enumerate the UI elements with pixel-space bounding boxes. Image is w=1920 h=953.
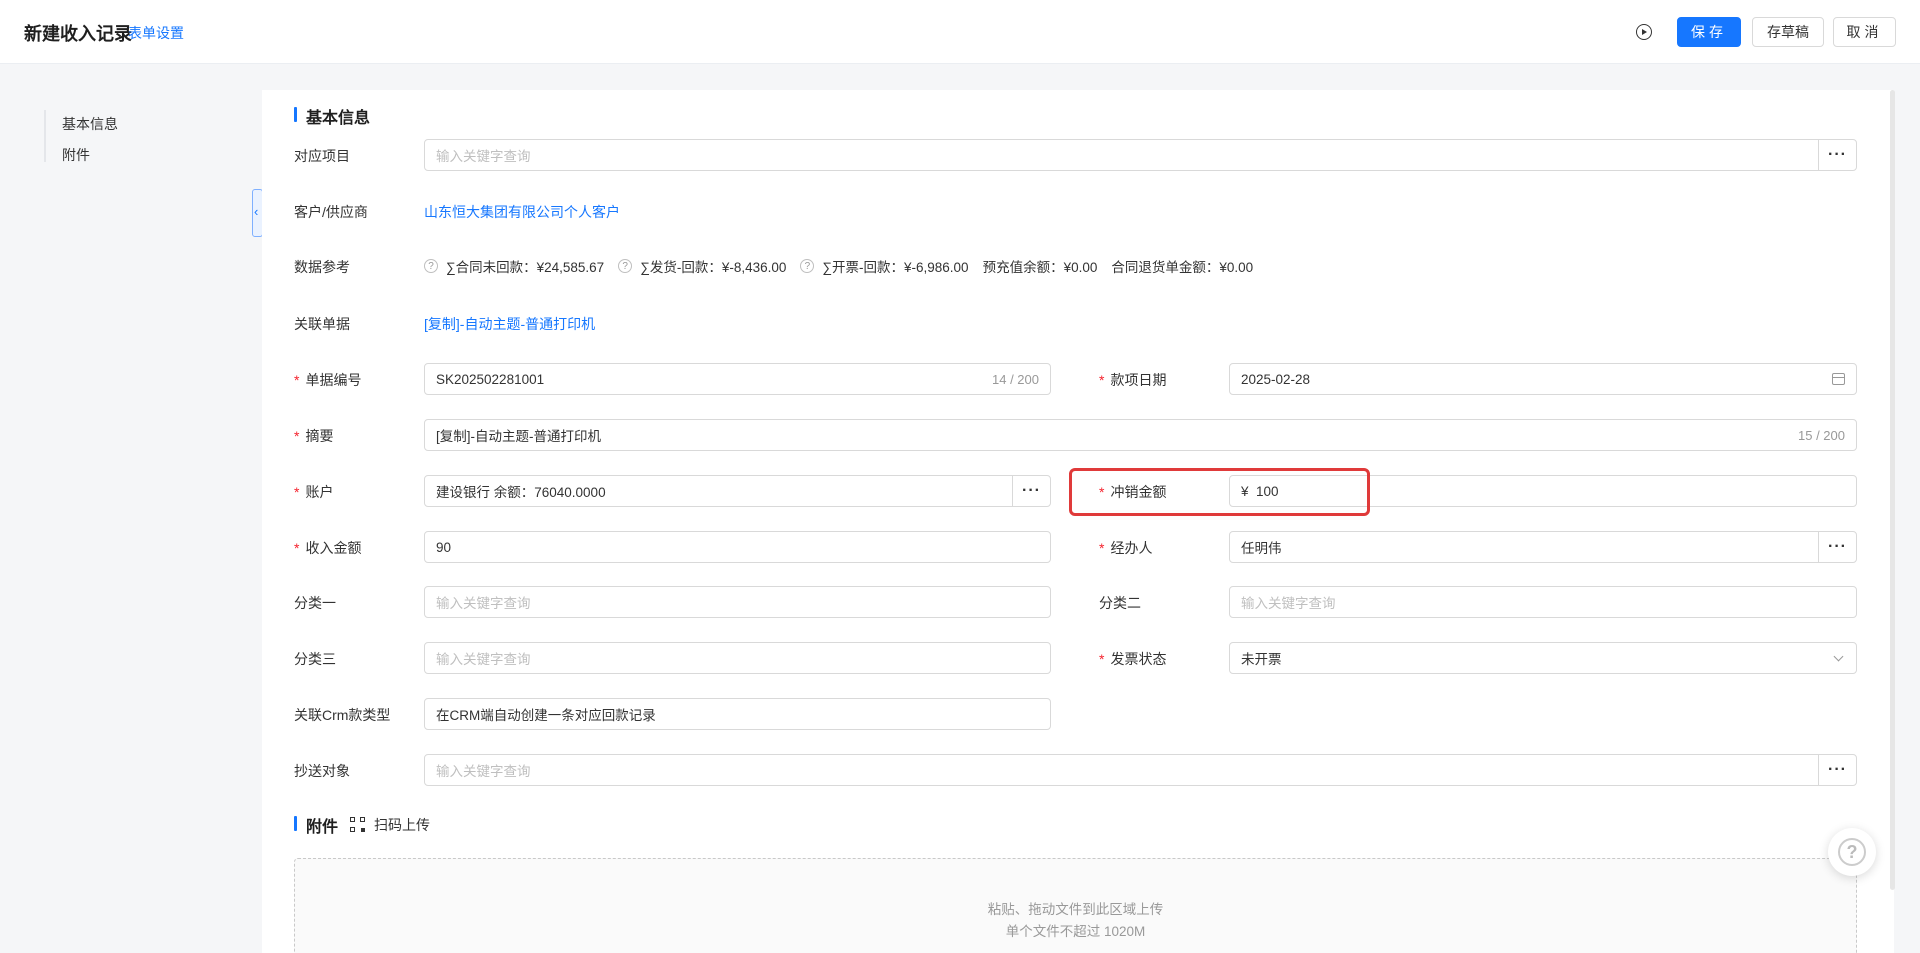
ref-return-amount: 合同退货单金额：¥0.00	[1111, 260, 1254, 275]
doc-no-input[interactable]: SK202502281001 14 / 200	[424, 363, 1051, 395]
qr-code-icon[interactable]	[350, 817, 365, 832]
date-value: 2025-02-28	[1241, 371, 1311, 387]
cancel-button[interactable]: 取消	[1833, 17, 1896, 47]
save-button[interactable]: 保存	[1677, 17, 1741, 47]
related-doc-label: 关联单据	[294, 316, 350, 332]
section-title-attachments: 附件	[294, 813, 338, 837]
ref-contract-unpaid-text: ∑合同未回款：¥24,585.67	[446, 260, 605, 275]
account-label: 账户	[294, 482, 333, 502]
cat2-input[interactable]: 输入关键字查询	[1229, 586, 1857, 618]
ref-shipment-payment: ? ∑发货-回款：¥-8,436.00	[618, 256, 786, 276]
nav-item-basic-info[interactable]: 基本信息	[62, 114, 118, 134]
customer-label: 客户/供应商	[294, 204, 368, 220]
nav-item-attachments[interactable]: 附件	[62, 145, 90, 165]
question-icon[interactable]: ?	[800, 259, 815, 273]
question-icon[interactable]: ?	[424, 259, 438, 273]
form-panel: 基本信息 对应项目 输入关键字查询 ··· 客户/供应商 山东恒大集团有限公司个…	[262, 90, 1895, 953]
customer-link[interactable]: 山东恒大集团有限公司个人客户	[424, 202, 620, 222]
cc-input[interactable]: 输入关键字查询 ···	[424, 754, 1857, 786]
save-draft-button[interactable]: 存草稿	[1752, 17, 1824, 47]
project-more-button[interactable]: ···	[1818, 139, 1856, 171]
nav-divider	[44, 110, 46, 162]
cat2-placeholder: 输入关键字查询	[1241, 596, 1336, 611]
form-settings-link[interactable]: 表单设置	[128, 23, 184, 43]
cat1-placeholder: 输入关键字查询	[436, 596, 531, 611]
ref-prepaid-balance: 预充值余额：¥0.00	[982, 260, 1098, 275]
data-ref-label: 数据参考	[294, 259, 350, 275]
income-amount-input[interactable]: 90	[424, 531, 1051, 563]
question-icon[interactable]: ?	[618, 259, 633, 273]
invoice-status-label: 发票状态	[1099, 649, 1166, 669]
calendar-icon	[1832, 373, 1845, 385]
section-nav: 基本信息 附件	[24, 90, 262, 953]
chevron-down-icon	[1833, 651, 1844, 662]
date-label: 款项日期	[1099, 370, 1166, 390]
cat3-input[interactable]: 输入关键字查询	[424, 642, 1051, 674]
page-title: 新建收入记录	[24, 24, 132, 44]
crm-type-label: 关联Crm款类型	[294, 707, 391, 723]
ref-invoice-payment: ? ∑开票-回款：¥-6,986.00	[800, 256, 969, 276]
scrollbar[interactable]	[1890, 90, 1895, 890]
cc-label: 抄送对象	[294, 763, 350, 779]
crm-type-input[interactable]: 在CRM端自动创建一条对应回款记录	[424, 698, 1051, 730]
income-value: 90	[436, 539, 452, 555]
summary-input[interactable]: [复制]-自动主题-普通打印机 15 / 200	[424, 419, 1857, 451]
cat3-label: 分类三	[294, 651, 336, 667]
summary-char-count: 15 / 200	[1798, 427, 1845, 443]
related-doc-link[interactable]: [复制]-自动主题-普通打印机	[424, 314, 595, 334]
account-value: 建设银行 余额：76040.0000	[436, 485, 606, 500]
data-ref-row: ? ∑合同未回款：¥24,585.67 ? ∑发货-回款：¥-8,436.00 ? ∑…	[424, 256, 1267, 276]
crm-type-value: 在CRM端自动创建一条对应回款记录	[436, 708, 656, 723]
help-button[interactable]: ?	[1828, 828, 1876, 876]
summary-label: 摘要	[294, 426, 333, 446]
income-label: 收入金额	[294, 538, 361, 558]
account-input[interactable]: 建设银行 余额：76040.0000 ···	[424, 475, 1051, 507]
play-circle-icon[interactable]	[1636, 24, 1652, 40]
date-picker[interactable]: 2025-02-28	[1229, 363, 1857, 395]
doc-no-value: SK202502281001	[436, 371, 545, 387]
cc-more-button[interactable]: ···	[1818, 754, 1856, 786]
cat1-input[interactable]: 输入关键字查询	[424, 586, 1051, 618]
cat2-label: 分类二	[1099, 595, 1141, 611]
question-icon: ?	[1838, 838, 1866, 866]
project-placeholder: 输入关键字查询	[436, 149, 531, 164]
project-label: 对应项目	[294, 148, 350, 164]
ref-contract-unpaid: ? ∑合同未回款：¥24,585.67	[424, 256, 604, 276]
invoice-status-select[interactable]: 未开票	[1229, 642, 1857, 674]
cat3-placeholder: 输入关键字查询	[436, 652, 531, 667]
summary-value: [复制]-自动主题-普通打印机	[436, 429, 601, 444]
project-input[interactable]: 输入关键字查询 ···	[424, 139, 1857, 171]
file-drop-zone[interactable]: 粘贴、拖动文件到此区域上传 单个文件不超过 1020M	[294, 858, 1857, 953]
account-more-button[interactable]: ···	[1012, 475, 1050, 507]
handler-label: 经办人	[1099, 538, 1152, 558]
ref-shipment-payment-text: ∑发货-回款：¥-8,436.00	[640, 260, 787, 275]
doc-no-char-count: 14 / 200	[992, 371, 1039, 387]
upload-hint: 粘贴、拖动文件到此区域上传	[987, 902, 1164, 917]
upload-size-limit: 单个文件不超过 1020M	[1005, 924, 1146, 939]
scan-upload-link[interactable]: 扫码上传	[374, 815, 430, 835]
ref-invoice-payment-text: ∑开票-回款：¥-6,986.00	[822, 260, 969, 275]
handler-more-button[interactable]: ···	[1818, 531, 1856, 563]
highlight-annotation	[1069, 468, 1370, 516]
top-bar: 新建收入记录 表单设置 保存 存草稿 取消	[0, 0, 1920, 64]
cat1-label: 分类一	[294, 595, 336, 611]
handler-value: 任明伟	[1241, 541, 1282, 556]
cc-placeholder: 输入关键字查询	[436, 764, 531, 779]
section-title-basic: 基本信息	[294, 104, 370, 128]
handler-input[interactable]: 任明伟 ···	[1229, 531, 1857, 563]
invoice-status-value: 未开票	[1241, 652, 1282, 667]
doc-no-label: 单据编号	[294, 370, 361, 390]
